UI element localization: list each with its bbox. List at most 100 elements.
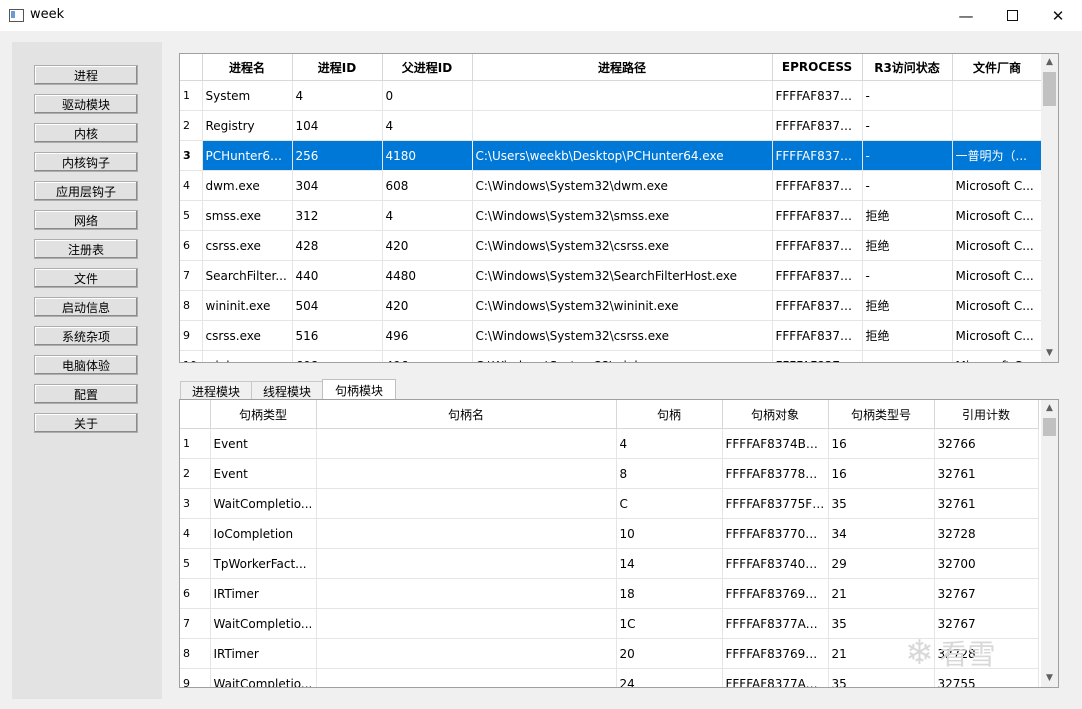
table-cell[interactable]: C:\Windows\System32\dwm.exe xyxy=(472,170,773,201)
table-cell[interactable]: Microsoft C... xyxy=(952,260,1043,291)
table-cell[interactable]: FFFFAF8375... xyxy=(772,200,863,231)
table-cell[interactable] xyxy=(316,488,617,519)
scroll-down-arrow-icon[interactable]: ▼ xyxy=(1041,345,1058,362)
table-cell[interactable] xyxy=(862,350,953,362)
table-row[interactable]: 6 csrss.exe 428 420 C:\Windows\System32\csrs… xyxy=(180,230,1043,261)
table-cell[interactable]: Microsoft C... xyxy=(952,290,1043,321)
sidebar-item-2[interactable]: 内核 xyxy=(34,123,138,143)
column-header[interactable]: 进程ID xyxy=(292,54,383,81)
table-cell[interactable]: Event xyxy=(210,458,317,489)
table-cell[interactable] xyxy=(952,80,1043,111)
table-cell[interactable]: FFFFAF8377... xyxy=(772,140,863,171)
table-cell[interactable]: 10 xyxy=(616,518,723,549)
table-cell[interactable]: FFFFAF8375... xyxy=(772,230,863,261)
sidebar-item-1[interactable]: 驱动模块 xyxy=(34,94,138,114)
table-row[interactable]: 3 PCHunter64.... 256 4180 C:\Users\weekb\Des… xyxy=(180,140,1043,171)
handle-table-scrollbar[interactable]: ▲ ▼ xyxy=(1041,400,1058,687)
column-header[interactable]: 句柄对象 xyxy=(722,400,829,429)
table-row[interactable]: 2 Event 8 FFFFAF8377856... 16 32761 xyxy=(180,458,1039,489)
table-cell[interactable]: FFFFAF8371... xyxy=(772,80,863,111)
table-cell[interactable] xyxy=(472,80,773,111)
table-cell[interactable]: 34 xyxy=(828,518,935,549)
table-cell[interactable]: 拒绝 xyxy=(862,320,953,351)
table-cell[interactable]: C:\Windows\System32\wininit.exe xyxy=(472,290,773,321)
table-cell[interactable]: 4 xyxy=(382,110,473,141)
table-cell[interactable]: FFFFAF8375... xyxy=(772,290,863,321)
table-cell[interactable]: 256 xyxy=(292,140,383,171)
sidebar-item-11[interactable]: 配置 xyxy=(34,384,138,404)
table-cell[interactable]: 4 xyxy=(382,200,473,231)
table-cell[interactable] xyxy=(316,668,617,687)
column-header[interactable]: 进程路径 xyxy=(472,54,773,81)
table-cell[interactable]: FFFFAF8374B3... xyxy=(722,428,829,459)
table-cell[interactable]: C:\Users\weekb\Desktop\PCHunter64.exe xyxy=(472,140,773,171)
sidebar-item-4[interactable]: 应用层钩子 xyxy=(34,181,138,201)
table-row[interactable]: 5 smss.exe 312 4 C:\Windows\System32\smss.ex… xyxy=(180,200,1043,231)
table-row[interactable]: 6 IRTimer 18 FFFFAF837698B... 21 32767 xyxy=(180,578,1039,609)
column-header[interactable]: R3访问状态 xyxy=(862,54,953,81)
maximize-button[interactable] xyxy=(989,0,1035,31)
sidebar-item-3[interactable]: 内核钩子 xyxy=(34,152,138,172)
table-cell[interactable]: Microsoft C... xyxy=(952,350,1043,362)
table-row[interactable]: 4 IoCompletion 10 FFFFAF837703F... 34 32728 xyxy=(180,518,1039,549)
tab-thread-modules[interactable]: 线程模块 xyxy=(251,381,323,400)
table-cell[interactable]: smss.exe xyxy=(202,200,293,231)
table-row[interactable]: 7 SearchFilter... 440 4480 C:\Windows\System… xyxy=(180,260,1043,291)
scroll-up-arrow-icon[interactable]: ▲ xyxy=(1041,400,1058,417)
sidebar-item-8[interactable]: 启动信息 xyxy=(34,297,138,317)
column-header[interactable]: 父进程ID xyxy=(382,54,473,81)
table-cell[interactable]: csrss.exe xyxy=(202,230,293,261)
table-row[interactable]: 5 TpWorkerFact... 14 FFFFAF837407E... 29 3270… xyxy=(180,548,1039,579)
table-cell[interactable]: C xyxy=(616,488,723,519)
table-cell[interactable]: 304 xyxy=(292,170,383,201)
table-cell[interactable]: 32728 xyxy=(934,518,1039,549)
table-row[interactable]: 2 Registry 104 4 FFFFAF8371... - xyxy=(180,110,1043,141)
table-cell[interactable]: FFFFAF837407E... xyxy=(722,548,829,579)
table-cell[interactable]: 拒绝 xyxy=(862,200,953,231)
table-cell[interactable]: Event xyxy=(210,428,317,459)
table-row[interactable]: 9 csrss.exe 516 496 C:\Windows\System32\csrs… xyxy=(180,320,1043,351)
table-cell[interactable] xyxy=(316,518,617,549)
sidebar-item-7[interactable]: 文件 xyxy=(34,268,138,288)
table-row[interactable]: 10winlogon.exe608496C:\Windows\System32\… xyxy=(180,350,1043,362)
minimize-button[interactable]: — xyxy=(943,0,989,31)
table-cell[interactable]: C:\Windows\System32\winlogon.exe xyxy=(472,350,773,362)
table-cell[interactable]: 504 xyxy=(292,290,383,321)
table-cell[interactable]: FFFFAF837698B... xyxy=(722,578,829,609)
table-cell[interactable]: 14 xyxy=(616,548,723,579)
table-cell[interactable]: 32767 xyxy=(934,578,1039,609)
table-cell[interactable]: FFFFAF8377856... xyxy=(722,458,829,489)
table-cell[interactable]: wininit.exe xyxy=(202,290,293,321)
table-cell[interactable]: FFFFAF8375... xyxy=(772,350,863,362)
table-cell[interactable]: FFFFAF8377AC... xyxy=(722,608,829,639)
table-cell[interactable]: PCHunter64.... xyxy=(202,140,293,171)
scroll-thumb[interactable] xyxy=(1043,72,1056,106)
table-cell[interactable]: 32700 xyxy=(934,548,1039,579)
table-cell[interactable] xyxy=(472,110,773,141)
table-cell[interactable]: FFFFAF837698B... xyxy=(722,638,829,669)
table-cell[interactable]: 420 xyxy=(382,230,473,261)
table-row[interactable]: 8 wininit.exe 504 420 C:\Windows\System32\wi… xyxy=(180,290,1043,321)
table-cell[interactable]: Microsoft C... xyxy=(952,320,1043,351)
table-cell[interactable]: WaitCompletio... xyxy=(210,608,317,639)
column-header[interactable]: 句柄类型 xyxy=(210,400,317,429)
table-cell[interactable]: 16 xyxy=(828,428,935,459)
table-cell[interactable]: FFFFAF83775FE... xyxy=(722,488,829,519)
table-cell[interactable]: 4480 xyxy=(382,260,473,291)
table-cell[interactable]: 拒绝 xyxy=(862,290,953,321)
process-table-scrollbar[interactable]: ▲ ▼ xyxy=(1041,54,1058,362)
table-cell[interactable]: 一普明为（... xyxy=(952,140,1043,171)
table-row[interactable]: 4 dwm.exe 304 608 C:\Windows\System32\dwm.ex… xyxy=(180,170,1043,201)
table-cell[interactable]: FFFFAF8377AC... xyxy=(722,668,829,687)
column-header[interactable]: 进程名 xyxy=(202,54,293,81)
table-cell[interactable]: WaitCompletio... xyxy=(210,668,317,687)
table-cell[interactable]: 608 xyxy=(382,170,473,201)
table-cell[interactable]: 32761 xyxy=(934,458,1039,489)
table-cell[interactable]: 312 xyxy=(292,200,383,231)
table-cell[interactable]: FFFFAF8376... xyxy=(772,170,863,201)
table-cell[interactable]: 4 xyxy=(616,428,723,459)
table-cell[interactable] xyxy=(316,578,617,609)
table-row[interactable]: 1 Event 4 FFFFAF8374B3... 16 32766 xyxy=(180,428,1039,459)
table-cell[interactable]: 8 xyxy=(616,458,723,489)
column-header[interactable]: 句柄名 xyxy=(316,400,617,429)
